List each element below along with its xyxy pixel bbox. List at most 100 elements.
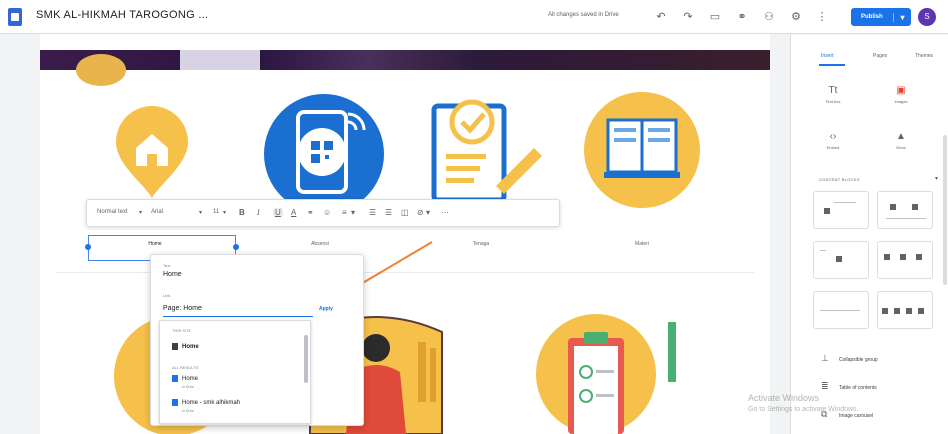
- link-icon[interactable]: ⚭: [307, 208, 314, 217]
- undo-icon[interactable]: ↶: [653, 9, 669, 25]
- home-pin-icon[interactable]: [114, 104, 190, 200]
- insert-label: Text box: [825, 99, 841, 104]
- suggestion-label: Home: [182, 344, 199, 351]
- clipboard-icon[interactable]: [536, 314, 676, 434]
- font-size-select[interactable]: 11: [213, 209, 219, 215]
- site-file-icon: [172, 375, 178, 382]
- suggestion-page-home[interactable]: Home: [172, 343, 199, 350]
- bold-button[interactable]: B: [239, 208, 245, 217]
- insert-label: Images: [894, 99, 908, 104]
- google-sites-logo[interactable]: [8, 8, 22, 26]
- link-field-label: Link: [163, 293, 171, 298]
- publish-label: Publish: [861, 14, 883, 20]
- collapsible-group-item[interactable]: ⊥ Collapsible group: [821, 353, 878, 364]
- apply-button[interactable]: Apply: [319, 306, 333, 312]
- banner-shape: [180, 50, 260, 70]
- chevron-down-icon[interactable]: ▾: [351, 208, 355, 217]
- avatar[interactable]: S: [918, 8, 936, 26]
- panel-scrollbar[interactable]: [943, 135, 947, 285]
- suggestion-source: In Drive: [182, 409, 195, 413]
- layout-card-5[interactable]: [813, 291, 869, 329]
- suggestion-result-1[interactable]: Home: [172, 375, 198, 382]
- tab-themes[interactable]: Themes: [915, 53, 933, 59]
- more-icon[interactable]: ⋮: [814, 9, 830, 25]
- suggestion-label: Home - smk alhikmah: [182, 400, 241, 407]
- clear-format-icon[interactable]: ◫: [401, 208, 409, 217]
- bulleted-list-icon[interactable]: ☰: [385, 208, 392, 217]
- link-url-input[interactable]: Page: Home: [163, 305, 202, 312]
- insert-label: Drive: [896, 145, 906, 150]
- settings-icon[interactable]: ⚙: [788, 9, 804, 25]
- chevron-down-icon[interactable]: ▾: [199, 209, 202, 216]
- chevron-down-icon[interactable]: ▾: [426, 208, 430, 217]
- layout-card-1[interactable]: [813, 191, 869, 229]
- suggestion-source: In Drive: [182, 385, 195, 389]
- top-bar: SMK AL-HIKMAH TAROGONG ... All changes s…: [0, 0, 948, 34]
- suggestion-result-2[interactable]: Home - smk alhikmah: [172, 399, 240, 406]
- caption-materi[interactable]: Materi: [612, 241, 672, 247]
- link-editor-popup: Text Home Link Page: Home Apply THIS SIT…: [150, 254, 364, 426]
- site-file-icon: [172, 399, 178, 406]
- dropdown-scrollbar[interactable]: [304, 335, 308, 383]
- book-icon[interactable]: [584, 92, 700, 208]
- active-tab-indicator: [819, 64, 845, 66]
- table-of-contents-item[interactable]: ≣ Table of contents: [821, 381, 877, 392]
- collapsible-icon: ⊥: [821, 353, 829, 363]
- link-text-input[interactable]: Home: [163, 271, 182, 278]
- underline-button[interactable]: U: [273, 208, 283, 217]
- drive-icon: ▲: [896, 131, 906, 142]
- page-icon: [172, 343, 178, 350]
- insert-drive[interactable]: ▲ Drive: [881, 131, 921, 150]
- chevron-down-icon[interactable]: ▾: [935, 175, 938, 182]
- content-blocks-heading: CONTENT BLOCKS: [819, 177, 860, 182]
- preview-icon[interactable]: ▭: [707, 9, 723, 25]
- selection-handle-right[interactable]: [233, 244, 239, 250]
- suggestion-label: Home: [182, 376, 199, 383]
- chevron-down-icon[interactable]: ▾: [223, 209, 226, 216]
- chevron-down-icon[interactable]: ▾: [893, 12, 911, 22]
- tab-pages[interactable]: Pages: [873, 53, 887, 59]
- component-label: Table of contents: [839, 385, 877, 391]
- toc-icon: ≣: [821, 381, 829, 391]
- insert-text-box[interactable]: Tt Text box: [813, 85, 853, 104]
- more-options-icon[interactable]: ⋯: [441, 208, 449, 217]
- layout-card-4[interactable]: [877, 241, 933, 279]
- redo-icon[interactable]: ↷: [680, 9, 696, 25]
- checklist-icon[interactable]: [426, 96, 542, 206]
- paragraph-style-select[interactable]: Normal text: [97, 209, 128, 215]
- remove-format-icon[interactable]: ⊘: [417, 208, 424, 217]
- qr-scan-icon[interactable]: [264, 94, 384, 214]
- activation-title: Activate Windows: [748, 393, 820, 403]
- caption-tenaga[interactable]: Tenaga: [451, 241, 511, 247]
- font-select[interactable]: Arial: [151, 209, 163, 215]
- text-box-icon: Tt: [828, 85, 838, 96]
- link-icon[interactable]: ⚭: [734, 9, 750, 25]
- site-title[interactable]: SMK AL-HIKMAH TAROGONG ...: [36, 9, 208, 21]
- input-focus-underline: [163, 316, 313, 317]
- activation-watermark: Activate Windows Go to Settings to activ…: [748, 393, 859, 415]
- layout-card-2[interactable]: [877, 191, 933, 229]
- link-suggestions-dropdown: THIS SITE Home ALL RESULTS Home In Drive…: [159, 320, 311, 424]
- italic-button[interactable]: I: [257, 208, 260, 217]
- tab-insert[interactable]: Insert: [821, 53, 834, 59]
- hero-banner: [40, 50, 770, 86]
- embed-icon: ‹›: [829, 131, 837, 142]
- publish-button[interactable]: Publish ▾: [851, 8, 911, 26]
- chevron-down-icon[interactable]: ▾: [139, 209, 142, 216]
- activation-subtitle: Go to Settings to activate Windows.: [748, 406, 859, 413]
- insert-label: Embed: [826, 145, 840, 150]
- component-label: Collapsible group: [839, 357, 878, 363]
- side-panel: Insert Pages Themes Tt Text box ▣ Images ‹…: [790, 35, 948, 434]
- selection-handle-left[interactable]: [85, 244, 91, 250]
- share-icon[interactable]: ⚇: [761, 9, 777, 25]
- text-field-label: Text: [163, 263, 171, 268]
- insert-embed[interactable]: ‹› Embed: [813, 131, 853, 150]
- emoji-icon[interactable]: ☺: [323, 208, 331, 217]
- insert-images[interactable]: ▣ Images: [881, 85, 921, 104]
- layout-card-3[interactable]: [813, 241, 869, 279]
- draft-status: All changes saved in Drive: [548, 12, 619, 18]
- layout-card-6[interactable]: [877, 291, 933, 329]
- numbered-list-icon[interactable]: ☰: [369, 208, 376, 217]
- text-color-button[interactable]: A: [291, 208, 296, 217]
- align-icon[interactable]: ≡: [342, 208, 347, 217]
